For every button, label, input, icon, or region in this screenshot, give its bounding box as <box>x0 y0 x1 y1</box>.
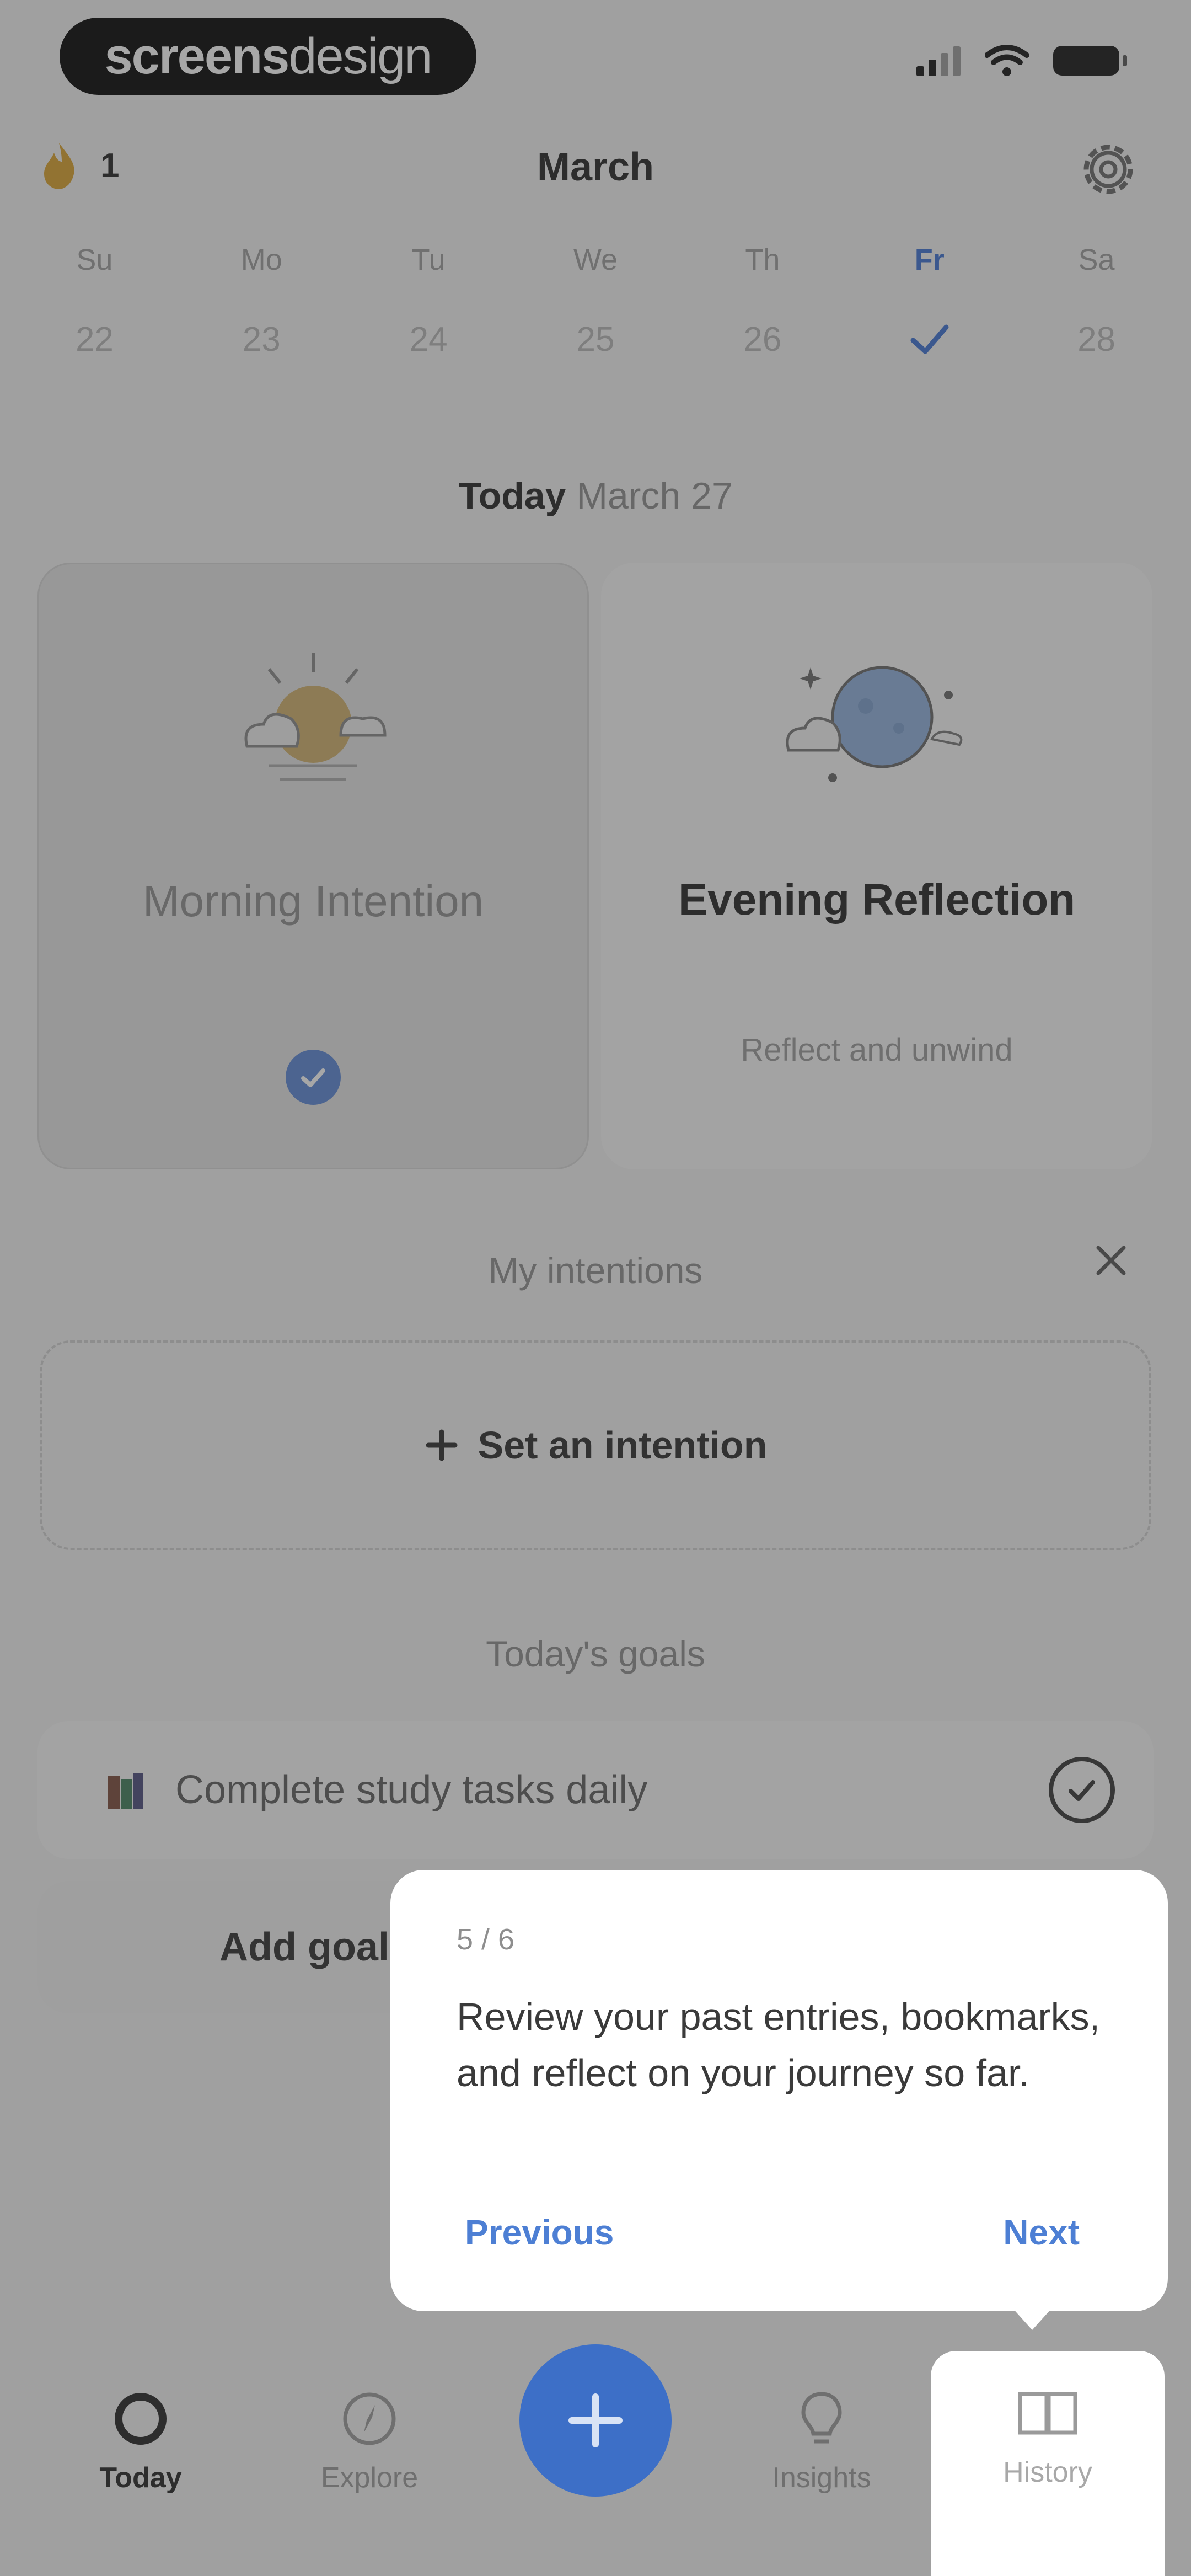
book-icon <box>1018 2392 1077 2435</box>
tab-history[interactable]: History <box>965 2383 1130 2489</box>
tooltip-text: Review your past entries, bookmarks, and… <box>457 1995 1101 2094</box>
tooltip-previous-button[interactable]: Previous <box>465 2212 614 2253</box>
tooltip-next-button[interactable]: Next <box>1003 2212 1080 2253</box>
add-entry-button[interactable] <box>519 2344 672 2497</box>
plus-icon <box>568 2393 623 2447</box>
app-screen: screensdesign 1 March Su 22 Mo 23 Tu 24 … <box>0 0 1191 2576</box>
onboarding-tooltip: 5 / 6 Review your past entries, bookmark… <box>390 1870 1168 2330</box>
tooltip-step-counter: 5 / 6 <box>457 1923 515 1956</box>
tab-label: History <box>1003 2456 1092 2488</box>
